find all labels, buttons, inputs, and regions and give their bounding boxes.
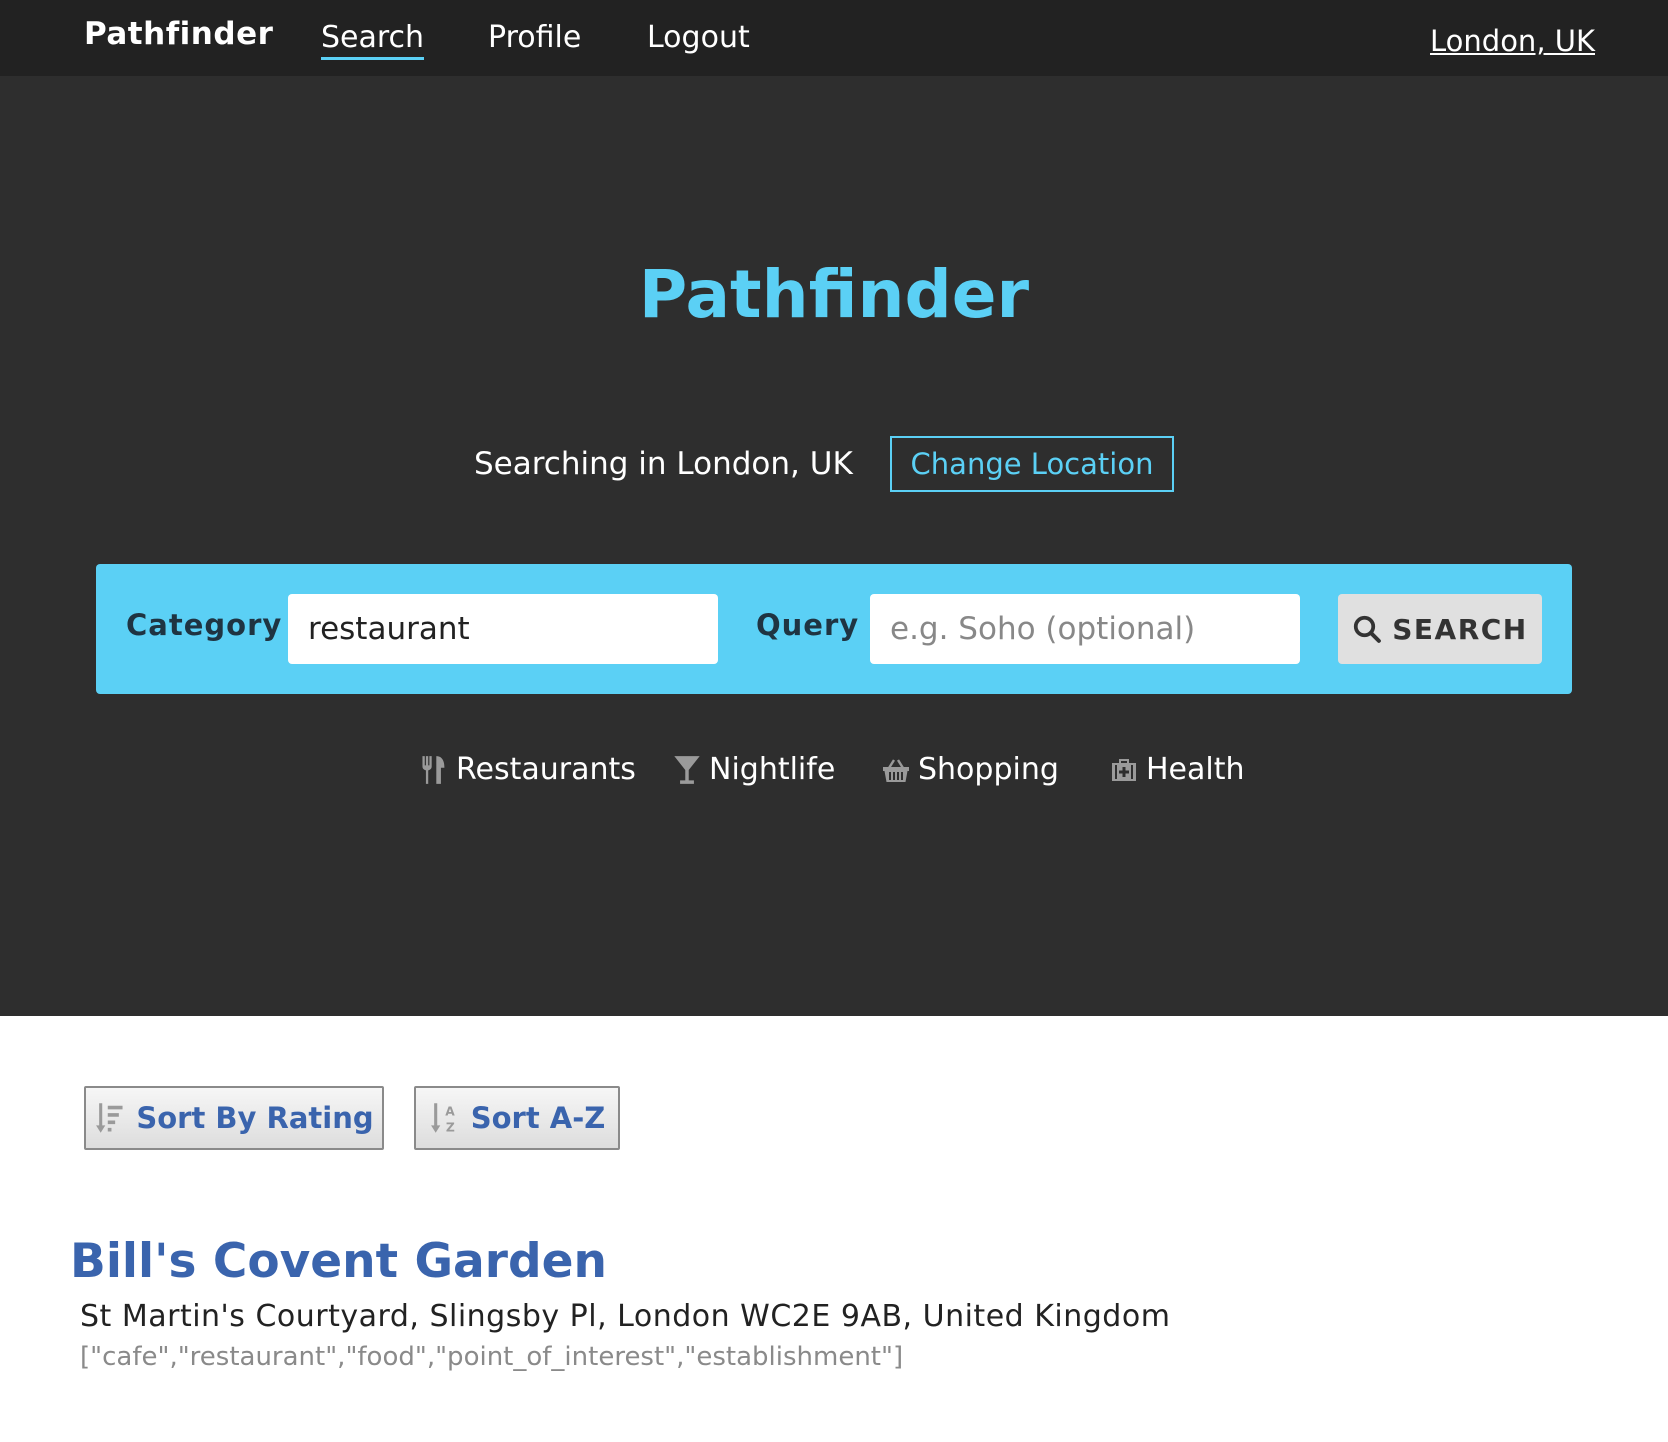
searching-location-text: Searching in London, UK bbox=[474, 446, 853, 482]
quick-category-nightlife[interactable]: Nightlife bbox=[673, 752, 835, 787]
svg-text:A: A bbox=[445, 1105, 455, 1119]
sort-az-button[interactable]: AZ Sort A-Z bbox=[414, 1086, 620, 1150]
sort-az-label: Sort A-Z bbox=[470, 1101, 606, 1135]
nav-link-search[interactable]: Search bbox=[321, 20, 425, 60]
quick-category-shopping[interactable]: Shopping bbox=[882, 752, 1059, 787]
search-icon bbox=[1354, 615, 1382, 643]
quick-category-label: Restaurants bbox=[456, 752, 636, 787]
query-input[interactable] bbox=[870, 594, 1300, 664]
hero-section: Pathfinder Searching in London, UK Chang… bbox=[0, 76, 1668, 1016]
quick-category-label: Shopping bbox=[918, 752, 1059, 787]
result-name-link[interactable]: Bill's Covent Garden bbox=[70, 1234, 1570, 1289]
nav-location-link[interactable]: London, UK bbox=[1430, 24, 1595, 58]
sort-alpha-icon: AZ bbox=[430, 1103, 455, 1134]
search-button-label: SEARCH bbox=[1392, 612, 1528, 646]
location-row: Searching in London, UK Change Location bbox=[0, 436, 1668, 494]
category-input[interactable] bbox=[288, 594, 718, 664]
category-label: Category bbox=[126, 608, 283, 642]
svg-text:Z: Z bbox=[446, 1121, 455, 1134]
hero-title: Pathfinder bbox=[638, 256, 1030, 333]
nav-link-logout[interactable]: Logout bbox=[647, 20, 750, 55]
result-address: St Martin's Courtyard, Slingsby Pl, Lond… bbox=[80, 1299, 1171, 1334]
medkit-icon bbox=[1112, 758, 1136, 781]
sort-by-rating-label: Sort By Rating bbox=[136, 1101, 374, 1135]
search-button[interactable]: SEARCH bbox=[1338, 594, 1542, 664]
quick-category-label: Nightlife bbox=[709, 752, 836, 787]
shopping-basket-icon bbox=[883, 758, 909, 782]
quick-category-label: Health bbox=[1146, 752, 1245, 787]
query-label: Query bbox=[756, 608, 860, 642]
sort-amount-icon bbox=[96, 1103, 123, 1133]
sort-by-rating-button[interactable]: Sort By Rating bbox=[84, 1086, 384, 1150]
nav-link-profile[interactable]: Profile bbox=[488, 20, 581, 55]
quick-category-restaurants[interactable]: Restaurants bbox=[420, 752, 636, 787]
brand-logo[interactable]: Pathfinder bbox=[84, 16, 273, 52]
cocktail-glass-icon bbox=[674, 755, 700, 784]
search-form: Category Query SEARCH bbox=[96, 564, 1572, 694]
result-types: ["cafe","restaurant","food","point_of_in… bbox=[80, 1342, 904, 1372]
top-navbar: Pathfinder Search Profile Logout London,… bbox=[0, 0, 1668, 76]
utensils-icon bbox=[422, 755, 445, 784]
quick-category-health[interactable]: Health bbox=[1110, 752, 1245, 787]
result-item: Bill's Covent Garden St Martin's Courtya… bbox=[70, 1234, 1570, 1372]
quick-categories: Restaurants Nightlife Shopping Health bbox=[0, 752, 1668, 802]
change-location-button[interactable]: Change Location bbox=[890, 436, 1174, 492]
